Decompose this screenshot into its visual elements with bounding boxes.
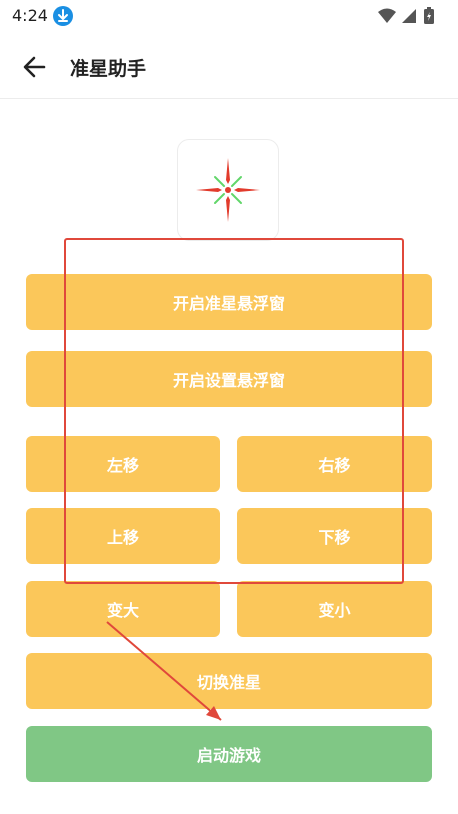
crosshair-icon [196, 158, 260, 222]
move-right-label: 右移 [318, 456, 351, 475]
move-up-button[interactable]: 上移 [26, 508, 220, 564]
move-left-button[interactable]: 左移 [26, 436, 220, 492]
page-title: 准星助手 [70, 58, 147, 80]
bigger-button[interactable]: 变大 [26, 581, 220, 637]
battery-charging-icon [424, 7, 434, 24]
open-settings-float-label: 开启设置悬浮窗 [172, 371, 285, 390]
crosshair-preview [177, 139, 279, 241]
signal-icon [402, 9, 416, 23]
status-icons [376, 6, 446, 26]
launch-game-label: 启动游戏 [196, 746, 261, 765]
wifi-icon [378, 8, 396, 23]
switch-crosshair-button[interactable]: 切换准星 [26, 653, 432, 709]
smaller-button[interactable]: 变小 [237, 581, 432, 637]
bigger-label: 变大 [106, 601, 139, 620]
status-bar: 4:24 [0, 0, 458, 32]
arrow-left-icon [23, 56, 46, 78]
download-icon [53, 6, 73, 26]
smaller-label: 变小 [318, 601, 351, 620]
open-crosshair-float-button[interactable]: 开启准星悬浮窗 [26, 274, 432, 330]
switch-crosshair-label: 切换准星 [196, 673, 261, 692]
open-settings-float-button[interactable]: 开启设置悬浮窗 [26, 351, 432, 407]
move-left-label: 左移 [106, 456, 139, 475]
launch-game-button[interactable]: 启动游戏 [26, 726, 432, 782]
move-down-label: 下移 [318, 528, 351, 547]
screen: 4:24 准星助手 开启准星悬浮窗 开启设置悬浮窗 左移 右移 上移 下移 变大… [0, 0, 458, 814]
move-right-button[interactable]: 右移 [237, 436, 432, 492]
app-bar: 准星助手 [0, 38, 458, 99]
move-up-label: 上移 [106, 528, 139, 547]
move-down-button[interactable]: 下移 [237, 508, 432, 564]
status-time: 4:24 [12, 6, 48, 25]
open-crosshair-float-label: 开启准星悬浮窗 [172, 294, 285, 313]
back-button[interactable] [18, 50, 52, 84]
